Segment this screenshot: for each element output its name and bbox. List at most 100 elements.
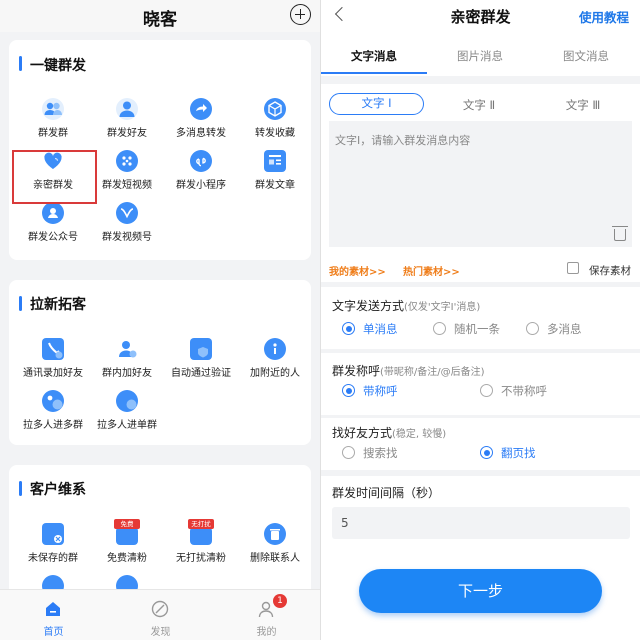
radio-without-salutation[interactable] bbox=[480, 384, 493, 397]
feature-delete-contact[interactable]: 删除联系人 bbox=[238, 523, 312, 571]
feature-article[interactable]: 群发文章 bbox=[238, 150, 312, 198]
feature-label: 加附近的人 bbox=[250, 368, 300, 379]
highlight-box bbox=[12, 150, 97, 204]
radio-search-find[interactable] bbox=[342, 446, 355, 459]
feature-multi-to-multi-group[interactable]: 拉多人进多群 bbox=[16, 390, 90, 438]
send-mode-section: 文字发送方式(仅发'文字Ⅰ'消息) 单消息 随机一条 多消息 bbox=[321, 287, 640, 349]
multi-group-chat-icon bbox=[42, 390, 64, 412]
find-mode-label: 找好友方式 bbox=[332, 426, 393, 440]
tab-discover[interactable]: 发现 bbox=[107, 590, 214, 640]
tab-label: 发现 bbox=[150, 627, 171, 638]
section-label: 文字发送方式(仅发'文字Ⅰ'消息) bbox=[332, 297, 480, 314]
location-icon bbox=[264, 338, 286, 360]
official-account-icon bbox=[42, 202, 64, 224]
radio-random-one[interactable] bbox=[433, 322, 446, 335]
forward-icon bbox=[190, 98, 212, 120]
feature-mini-program[interactable]: 群发小程序 bbox=[164, 150, 238, 198]
find-mode-hint: (稳定, 较慢) bbox=[392, 429, 447, 440]
interval-input[interactable]: 5 bbox=[332, 507, 630, 539]
feature-group-broadcast[interactable]: 群发群 bbox=[16, 98, 90, 146]
card-title: 一键群发 bbox=[30, 58, 86, 74]
app-title: 晓客 bbox=[143, 10, 177, 30]
radio-label: 搜索找 bbox=[363, 446, 398, 460]
card-accent-bar bbox=[19, 481, 22, 496]
free-tag: 免费 bbox=[114, 519, 140, 529]
my-material-link[interactable]: 我的素材>> bbox=[329, 263, 386, 278]
top-bar: 晓客 bbox=[0, 0, 320, 32]
tab-profile[interactable]: 1 我的 bbox=[213, 590, 320, 640]
intimate-broadcast-screen: 亲密群发 使用教程 文字消息 图片消息 图文消息 文字 Ⅰ 文字 Ⅱ 文字 Ⅲ … bbox=[321, 0, 640, 640]
single-group-chat-icon bbox=[116, 390, 138, 412]
find-mode-section: 找好友方式(稳定, 较慢) 搜索找 翻页找 bbox=[321, 418, 640, 470]
feature-label: 群发文章 bbox=[255, 180, 295, 191]
card-accent-bar bbox=[19, 56, 22, 71]
home-screen: 晓客 一键群发 群发群 群发好友 多消息转发 转发收藏 亲密群发 群发短视频 群… bbox=[0, 0, 320, 640]
send-mode-hint: (仅发'文字Ⅰ'消息) bbox=[404, 302, 481, 313]
feature-nearby-people[interactable]: 加附近的人 bbox=[238, 338, 312, 386]
feature-auto-verify[interactable]: 自动通过验证 bbox=[164, 338, 238, 386]
radio-label: 不带称呼 bbox=[501, 384, 547, 398]
short-video-icon bbox=[116, 150, 138, 172]
radio-label: 翻页找 bbox=[501, 446, 536, 460]
feature-short-video[interactable]: 群发短视频 bbox=[90, 150, 164, 198]
feature-label: 群发视频号 bbox=[102, 232, 152, 243]
section-label: 群发称呼(带昵称/备注/@后备注) bbox=[332, 362, 485, 379]
tutorial-link[interactable]: 使用教程 bbox=[579, 7, 629, 26]
feature-group-add-friend[interactable]: 群内加好友 bbox=[90, 338, 164, 386]
radio-with-salutation[interactable] bbox=[342, 384, 355, 397]
text-tab-1[interactable]: 文字 Ⅰ bbox=[329, 93, 424, 115]
interval-label: 群发时间间隔（秒） bbox=[332, 486, 441, 500]
feature-unsaved-group[interactable]: 未保存的群 bbox=[16, 523, 90, 571]
text-tab-3[interactable]: 文字 Ⅲ bbox=[543, 97, 623, 113]
tab-rich-message[interactable]: 图文消息 bbox=[533, 48, 639, 64]
quiet-clean-icon bbox=[190, 527, 212, 545]
friends-icon bbox=[116, 98, 138, 120]
contacts-icon bbox=[42, 338, 64, 360]
hot-material-link[interactable]: 热门素材>> bbox=[403, 263, 460, 278]
card-customer-retention: 客户维系 未保存的群 免费 免费清粉 无打扰 无打扰清粉 删除联系人 bbox=[9, 465, 311, 600]
home-icon bbox=[44, 600, 62, 618]
radio-label: 单消息 bbox=[363, 322, 398, 336]
feature-multi-to-single-group[interactable]: 拉多人进单群 bbox=[90, 390, 164, 438]
radio-label: 随机一条 bbox=[454, 322, 500, 336]
save-material-checkbox[interactable] bbox=[567, 262, 579, 274]
send-mode-label: 文字发送方式 bbox=[332, 299, 405, 313]
feature-video-channel[interactable]: 群发视频号 bbox=[90, 202, 164, 250]
feature-forward-collection[interactable]: 转发收藏 bbox=[238, 98, 312, 146]
card-title: 客户维系 bbox=[30, 482, 86, 498]
interval-section: 群发时间间隔（秒） 5 bbox=[321, 476, 640, 640]
feature-friend-broadcast[interactable]: 群发好友 bbox=[90, 98, 164, 146]
message-input[interactable]: 文字Ⅰ，请输入群发消息内容 bbox=[329, 121, 632, 247]
feature-contacts-add[interactable]: 通讯录加好友 bbox=[16, 338, 90, 386]
notification-badge: 1 bbox=[273, 594, 287, 608]
salutation-hint: (带昵称/备注/@后备注) bbox=[380, 367, 485, 378]
radio-page-find[interactable] bbox=[480, 446, 493, 459]
add-plus-icon[interactable] bbox=[290, 4, 311, 25]
feature-label: 转发收藏 bbox=[255, 128, 295, 139]
feature-quiet-clean[interactable]: 无打扰 无打扰清粉 bbox=[164, 519, 238, 571]
next-step-button[interactable]: 下一步 bbox=[359, 569, 602, 613]
tab-image-message[interactable]: 图片消息 bbox=[427, 48, 533, 64]
feature-multi-forward[interactable]: 多消息转发 bbox=[164, 98, 238, 146]
radio-single-message[interactable] bbox=[342, 322, 355, 335]
tab-home[interactable]: 首页 bbox=[0, 590, 107, 640]
salutation-label: 群发称呼 bbox=[332, 364, 381, 378]
radio-multi-message[interactable] bbox=[526, 322, 539, 335]
message-type-tabs: 文字消息 图片消息 图文消息 bbox=[321, 32, 640, 76]
quiet-tag: 无打扰 bbox=[188, 519, 214, 529]
feature-free-clean[interactable]: 免费 免费清粉 bbox=[90, 519, 164, 571]
section-label: 找好友方式(稳定, 较慢) bbox=[332, 424, 446, 441]
trash-icon[interactable] bbox=[612, 226, 628, 241]
bottom-tab-bar: 首页 发现 1 我的 bbox=[0, 589, 320, 640]
text-tab-2[interactable]: 文字 Ⅱ bbox=[439, 97, 519, 113]
salutation-section: 群发称呼(带昵称/备注/@后备注) 带称呼 不带称呼 bbox=[321, 353, 640, 415]
video-channel-icon bbox=[116, 202, 138, 224]
tab-text-message[interactable]: 文字消息 bbox=[321, 48, 427, 64]
radio-label: 带称呼 bbox=[363, 384, 398, 398]
collection-cube-icon bbox=[264, 98, 286, 120]
tab-label: 首页 bbox=[43, 627, 64, 638]
free-clean-icon bbox=[116, 527, 138, 545]
feature-official-account[interactable]: 群发公众号 bbox=[16, 202, 90, 250]
feature-label: 拉多人进单群 bbox=[97, 420, 157, 431]
tab-label: 我的 bbox=[256, 627, 277, 638]
